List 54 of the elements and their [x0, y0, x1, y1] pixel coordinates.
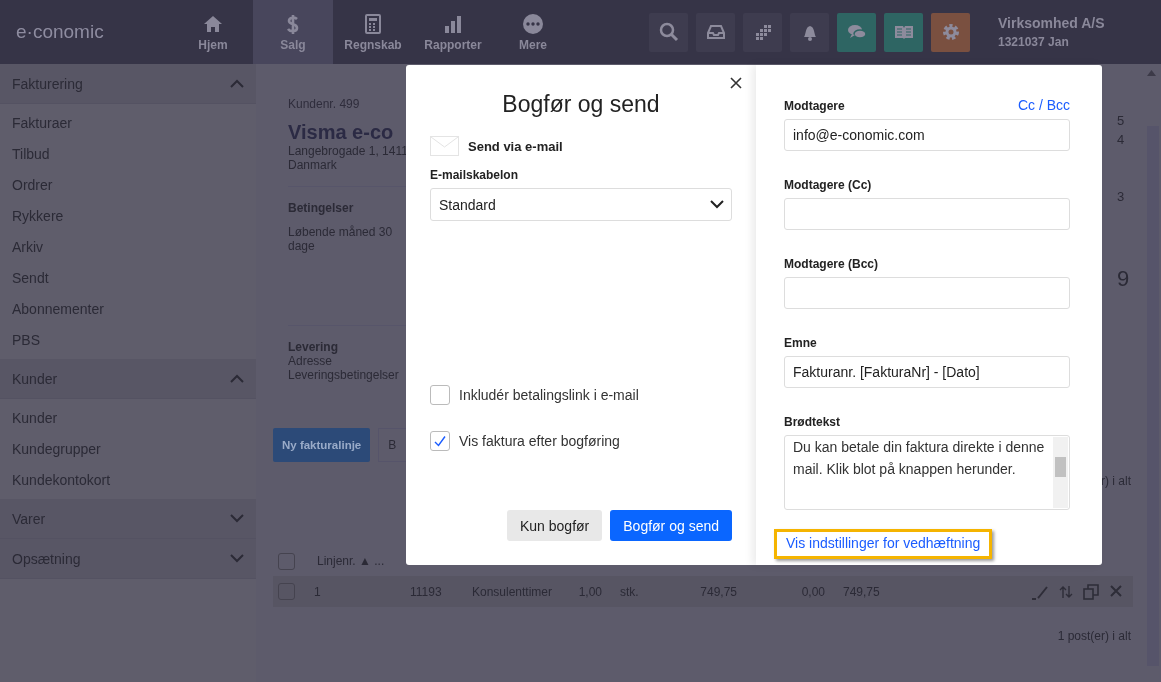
calculator-icon	[362, 12, 384, 35]
toolbar-button[interactable]	[884, 12, 923, 52]
delete-icon[interactable]	[1109, 583, 1123, 598]
chevron-up-icon	[230, 374, 244, 383]
new-line-button[interactable]: Ny fakturalinje	[273, 428, 371, 462]
input-field[interactable]: Fakturanr. [FakturaNr] - [Dato]	[784, 356, 1070, 388]
field-label: Modtagere (Cc)	[784, 178, 873, 192]
select-all-checkbox[interactable]	[278, 552, 295, 570]
checkbox-label[interactable]: Vis faktura efter bogføring	[459, 433, 620, 449]
toolbar-button[interactable]	[696, 12, 735, 52]
more-icon	[522, 12, 544, 35]
post-only-button[interactable]: Kun bogfør	[507, 510, 603, 541]
post-and-send-button[interactable]: Bogfør og send	[610, 510, 732, 541]
reorder-icon[interactable]	[1059, 583, 1073, 600]
nav-tab[interactable]: Rapporter	[413, 0, 493, 64]
input-field[interactable]: info@e-conomic.com	[784, 119, 1070, 151]
attachment-settings-link[interactable]: Vis indstillinger for vedhæftning	[774, 529, 993, 559]
nav-tab[interactable]: Hjem	[173, 0, 253, 64]
envelope-icon	[430, 136, 459, 156]
message-textarea[interactable]: Du kan betale din faktura direkte i denne mail. Klik blot på knappen herunder.	[784, 435, 1070, 510]
field-label: Modtagere	[784, 99, 845, 113]
toolbar-button[interactable]	[790, 12, 829, 52]
checkbox[interactable]	[430, 385, 450, 405]
scroll-up-icon[interactable]	[1147, 70, 1156, 76]
input-field[interactable]	[784, 198, 1070, 230]
field-label: Brødtekst	[784, 415, 841, 429]
cc-bcc-link[interactable]: Cc / Bcc	[1017, 97, 1070, 113]
company-name[interactable]: Virksomhed A/S	[998, 15, 1105, 31]
nav-tab[interactable]: Regnskab	[333, 0, 413, 64]
input-field[interactable]	[784, 277, 1070, 309]
chevron-down-icon	[710, 200, 724, 209]
field-label: Modtagere (Bcc)	[784, 257, 879, 271]
chevron-up-icon	[230, 79, 244, 88]
checkbox[interactable]	[430, 431, 450, 451]
copy-icon[interactable]	[1083, 583, 1099, 600]
checkbox-label[interactable]: Inkludér betalingslink i e-mail	[459, 387, 639, 403]
toolbar-button[interactable]	[649, 12, 688, 52]
field-label: Emne	[784, 336, 818, 350]
logo[interactable]: e·conomic	[16, 21, 104, 43]
dialog-title: Bogfør og send	[501, 91, 661, 118]
template-dropdown[interactable]: Standard	[430, 188, 732, 221]
search-icon	[657, 21, 680, 43]
field-label: E-mailskabelon	[430, 168, 520, 182]
nav-tab[interactable]: Mere	[493, 0, 573, 64]
chevron-down-icon	[230, 554, 244, 563]
close-icon	[730, 77, 742, 89]
send-method-label: Send via e-mail	[468, 138, 563, 154]
nav-tab[interactable]: Salg	[253, 0, 333, 64]
checkmark-icon	[434, 435, 446, 447]
account-label: 1321037 Jan	[998, 35, 1070, 49]
toolbar-button[interactable]	[743, 12, 782, 52]
toolbar-button[interactable]	[931, 12, 970, 52]
toolbar-button[interactable]	[837, 12, 876, 52]
chevron-down-icon	[230, 514, 244, 523]
